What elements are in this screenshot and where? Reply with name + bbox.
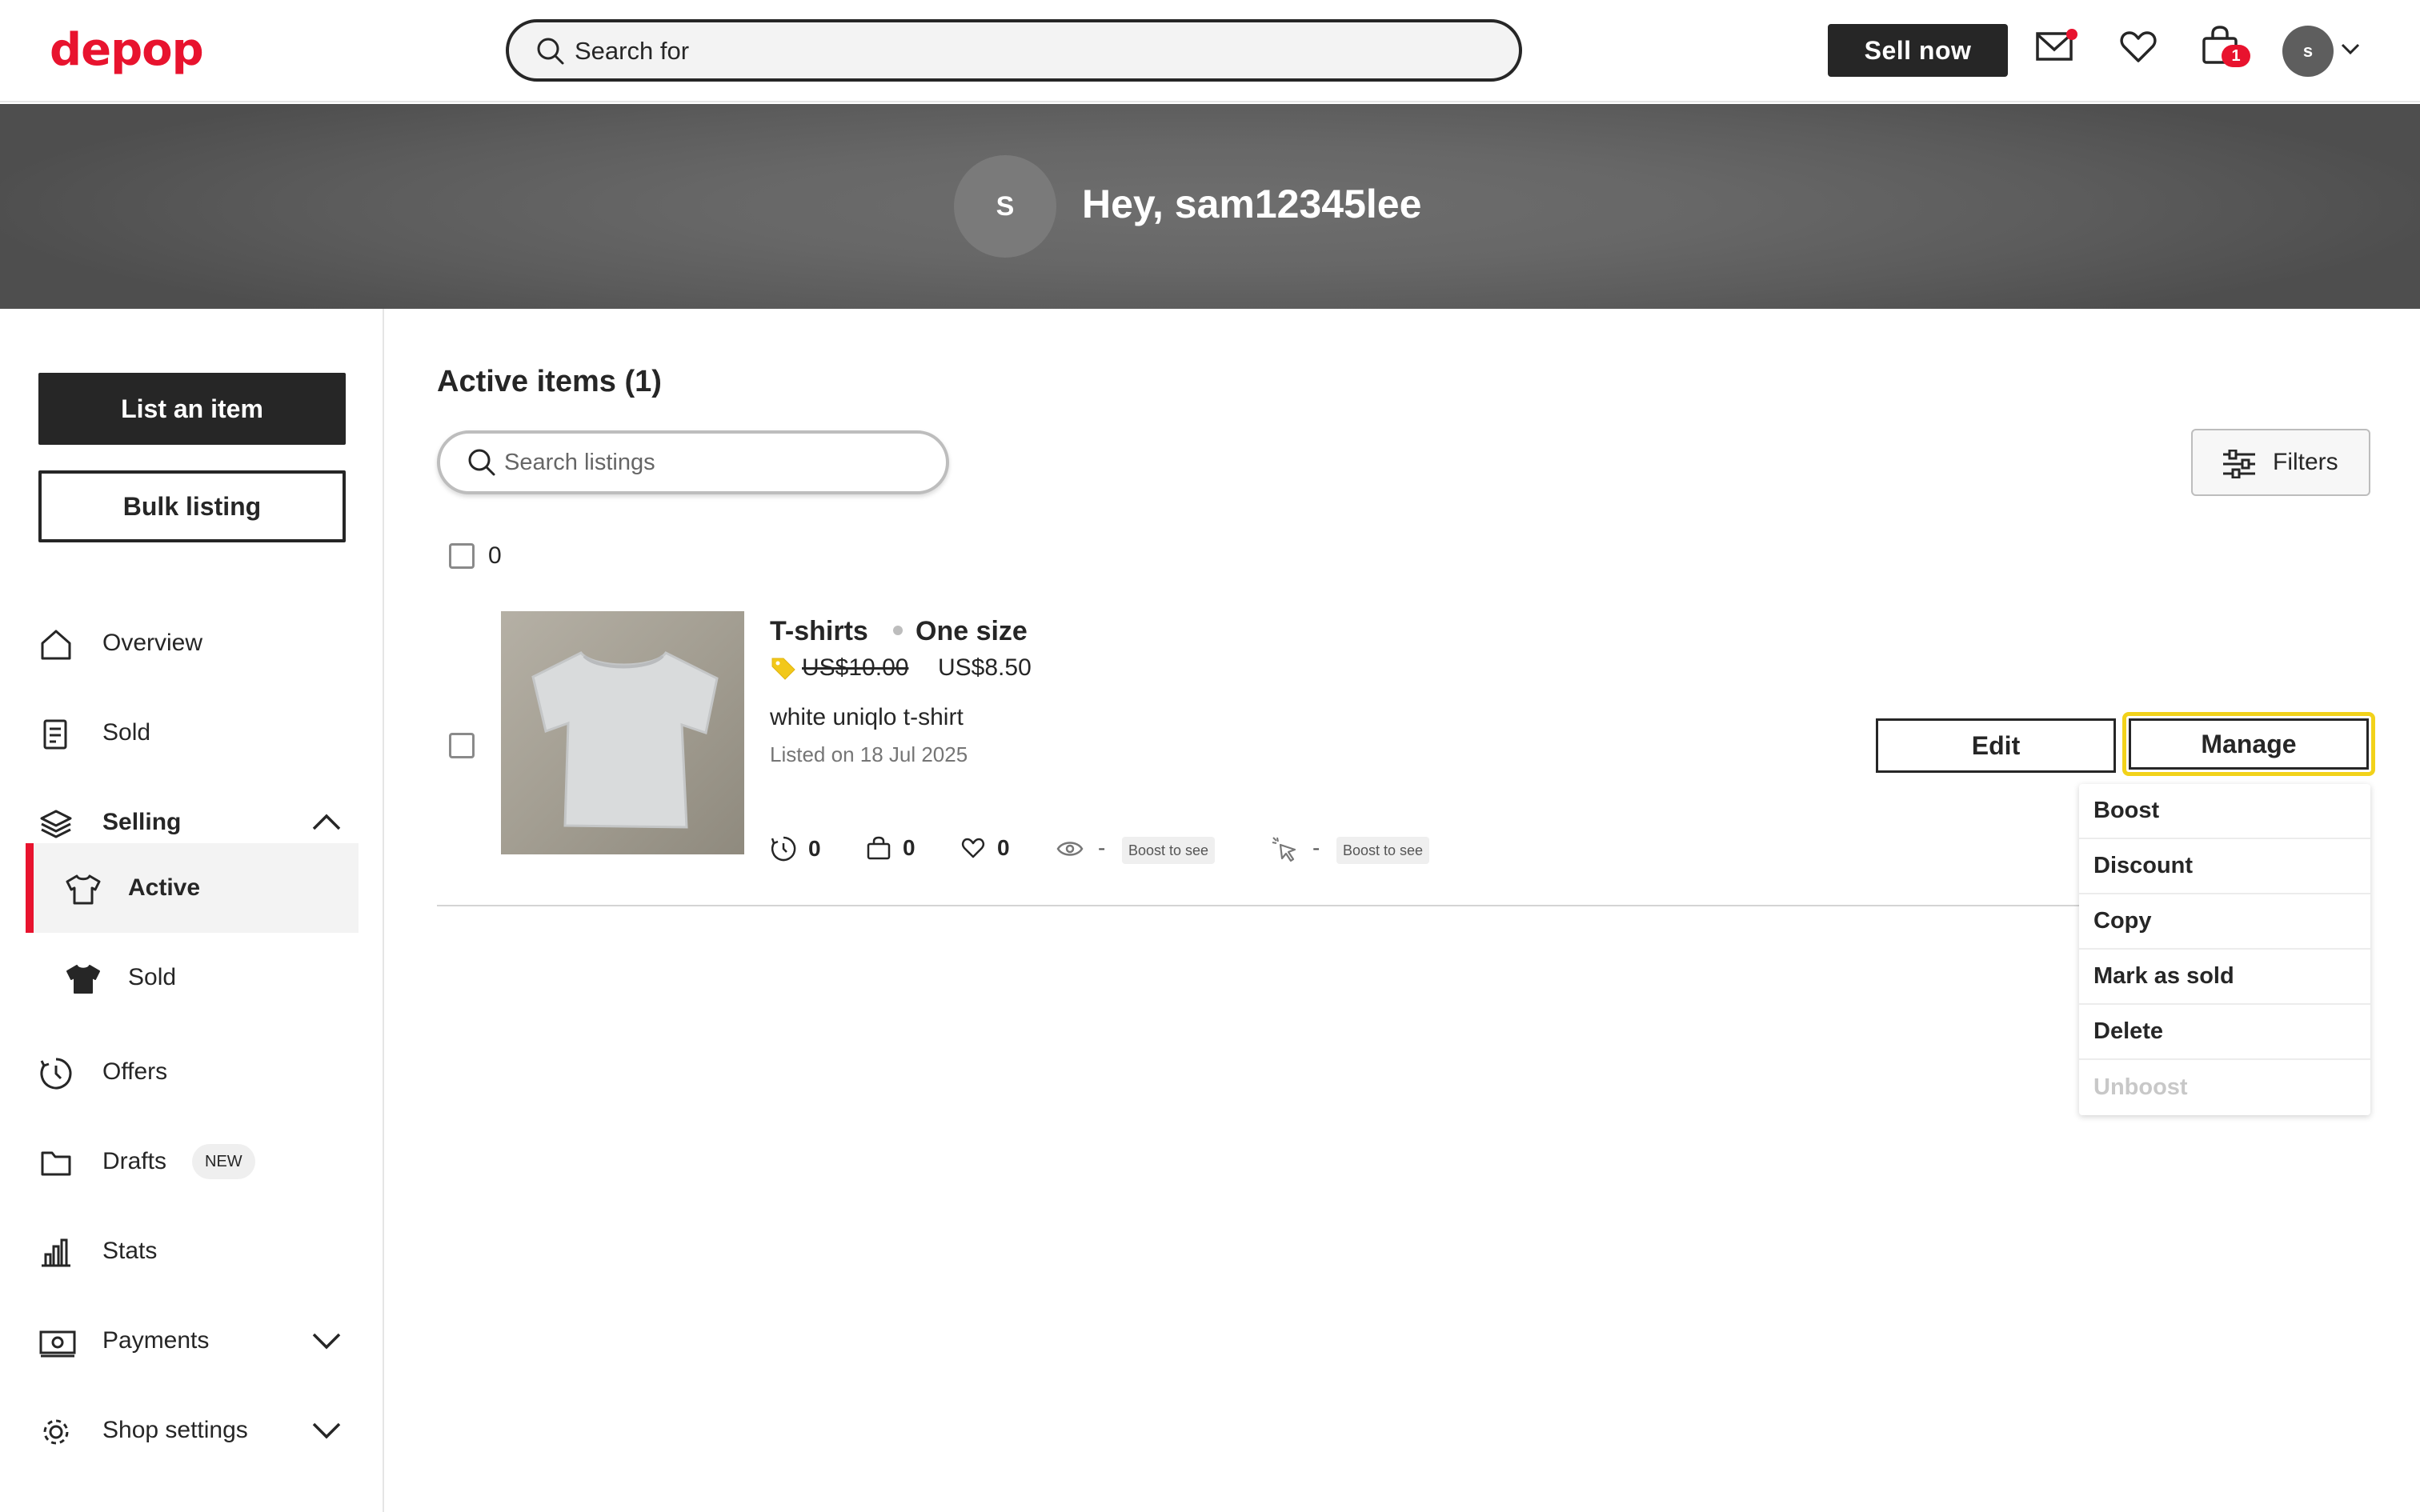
- sidebar-item-label: Stats: [102, 1238, 158, 1264]
- chevron-down-icon[interactable]: [311, 1328, 343, 1352]
- sell-now-button[interactable]: Sell now: [1828, 24, 2008, 77]
- sidebar-item-payments[interactable]: Payments: [0, 1309, 359, 1373]
- user-avatar[interactable]: s: [2282, 26, 2334, 77]
- profile-banner: S Hey, sam12345lee: [0, 104, 2420, 309]
- listings-search-input[interactable]: [504, 446, 920, 478]
- bar-chart-icon: [38, 1235, 74, 1270]
- depop-logo[interactable]: depop: [50, 24, 204, 76]
- sidebar-item-offers[interactable]: Offers: [0, 1040, 359, 1104]
- manage-dropdown-menu: Boost Discount Copy Mark as sold Delete …: [2079, 784, 2370, 1115]
- menu-item-mark-as-sold[interactable]: Mark as sold: [2079, 950, 2370, 1005]
- discount-tag-icon: [770, 654, 797, 682]
- filters-button[interactable]: Filters: [2191, 429, 2370, 496]
- home-icon: [38, 627, 74, 662]
- separator-dot: [893, 626, 903, 635]
- new-badge: NEW: [192, 1144, 255, 1179]
- bag-icon: [866, 835, 903, 861]
- sidebar-item-active[interactable]: Active: [0, 856, 359, 920]
- bag-stat: 0: [866, 835, 916, 861]
- filters-label: Filters: [2273, 449, 2338, 475]
- sidebar-item-label: Selling: [102, 809, 182, 835]
- heart-icon: [960, 835, 997, 861]
- edit-button[interactable]: Edit: [1876, 718, 2116, 773]
- bag-count: 0: [903, 835, 916, 860]
- sidebar-item-label: Sold: [102, 719, 151, 746]
- listing-size: One size: [916, 616, 1028, 646]
- page-title: Active items (1): [437, 365, 662, 398]
- greeting-title: Hey, sam12345lee: [1082, 182, 1422, 226]
- listings-search-bar[interactable]: [437, 430, 949, 494]
- chevron-down-icon[interactable]: [311, 1418, 343, 1442]
- list-an-item-button[interactable]: List an item: [38, 373, 346, 445]
- sidebar-item-overview[interactable]: Overview: [0, 611, 359, 675]
- heart-icon[interactable]: [2118, 26, 2159, 67]
- sidebar-item-stats[interactable]: Stats: [0, 1219, 359, 1283]
- sidebar-item-shop-settings[interactable]: Shop settings: [0, 1398, 359, 1462]
- sidebar-item-label: Active: [128, 874, 201, 901]
- offers-count: 0: [808, 836, 821, 861]
- menu-item-copy[interactable]: Copy: [2079, 894, 2370, 950]
- tshirt-filled-icon: [64, 962, 100, 997]
- bag-count-badge: 1: [2222, 45, 2250, 67]
- listing-checkbox[interactable]: [449, 733, 475, 758]
- likes-count: 0: [997, 835, 1010, 860]
- clicks-boost-to-see[interactable]: Boost to see: [1336, 837, 1430, 864]
- manage-button[interactable]: Manage: [2129, 718, 2369, 770]
- layers-icon: [38, 806, 74, 842]
- sidebar-item-label: Shop settings: [102, 1417, 248, 1443]
- listing-thumbnail[interactable]: [501, 611, 744, 854]
- search-icon: [535, 35, 567, 67]
- sidebar-item-sold-sub[interactable]: Sold: [0, 946, 359, 1010]
- offers-stat: 0: [770, 835, 821, 862]
- menu-item-unboost: Unboost: [2093, 1074, 2188, 1100]
- sidebar: List an item Bulk listing Overview Sold …: [0, 309, 384, 1512]
- sidebar-item-label: Payments: [102, 1327, 210, 1354]
- original-price: US$10.00: [802, 654, 909, 681]
- bulk-listing-button[interactable]: Bulk listing: [38, 470, 346, 542]
- sidebar-item-label: Offers: [102, 1058, 168, 1085]
- views-boost-to-see[interactable]: Boost to see: [1122, 837, 1216, 864]
- selected-count: 0: [488, 542, 502, 569]
- chevron-down-icon[interactable]: [2340, 42, 2361, 56]
- sidebar-item-label: Overview: [102, 630, 203, 656]
- cursor-click-icon: [1271, 835, 1300, 864]
- select-all-checkbox[interactable]: [449, 543, 475, 569]
- receipt-icon: [38, 717, 74, 752]
- folder-icon: [38, 1146, 74, 1181]
- menu-item-boost[interactable]: Boost: [2079, 784, 2370, 839]
- eye-icon: [1056, 838, 1084, 859]
- global-search-bar[interactable]: [506, 19, 1522, 82]
- banner-avatar: S: [954, 155, 1056, 258]
- clicks-value: -: [1312, 835, 1320, 860]
- mail-notification-dot: [2066, 29, 2077, 40]
- search-icon: [466, 446, 498, 478]
- tshirt-photo: [501, 611, 744, 854]
- gear-icon: [38, 1414, 74, 1450]
- listed-date: Listed on 18 Jul 2025: [770, 742, 968, 766]
- likes-stat: 0: [960, 835, 1010, 861]
- menu-item-discount[interactable]: Discount: [2079, 839, 2370, 894]
- sidebar-item-label: Sold: [128, 964, 177, 990]
- top-header: depop Sell now 1 s: [0, 0, 2420, 102]
- discounted-price: US$8.50: [938, 654, 1032, 681]
- chevron-up-icon[interactable]: [311, 810, 343, 834]
- menu-item-delete[interactable]: Delete: [2079, 1005, 2370, 1060]
- sliders-icon: [2222, 450, 2257, 478]
- offers-icon: [770, 835, 808, 862]
- tshirt-outline-icon: [64, 872, 101, 907]
- sidebar-item-sold[interactable]: Sold: [0, 701, 359, 765]
- money-icon: [38, 1325, 76, 1360]
- views-value: -: [1098, 835, 1106, 860]
- listing-description: white uniqlo t-shirt: [770, 704, 964, 730]
- global-search-input[interactable]: [575, 34, 1455, 69]
- sidebar-item-label: Drafts: [102, 1148, 167, 1174]
- listing-category: T-shirts: [770, 616, 868, 646]
- offers-icon: [38, 1056, 74, 1091]
- sidebar-item-drafts[interactable]: Drafts NEW: [0, 1130, 359, 1194]
